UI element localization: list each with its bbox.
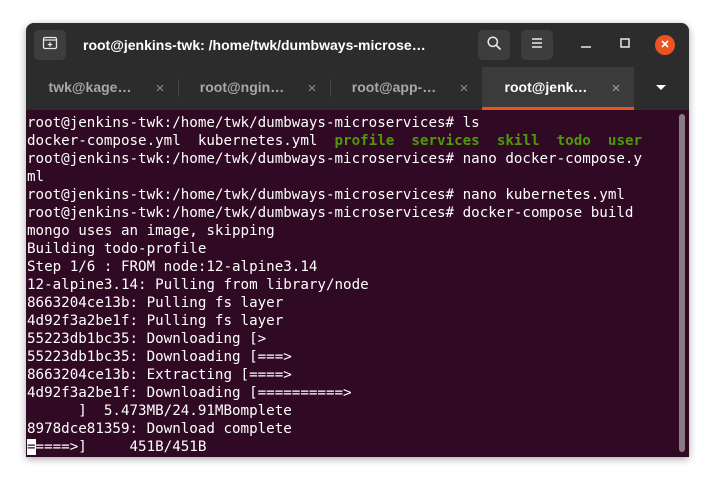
terminal-line: 8978dce81359: Download complete — [27, 421, 292, 437]
search-button[interactable] — [478, 30, 510, 60]
tab-twk-kage[interactable]: twk@kage… — [26, 67, 178, 110]
terminal-line: 8663204ce13b: Pulling fs layer — [27, 295, 284, 311]
close-button[interactable] — [655, 35, 675, 55]
progress-text: ====>] 451B/451B — [35, 439, 207, 455]
search-icon — [486, 35, 502, 56]
maximize-icon — [619, 36, 631, 54]
ls-dir: todo — [556, 133, 591, 149]
tab-close-icon[interactable] — [306, 81, 318, 93]
maximize-button[interactable] — [615, 35, 635, 55]
tab-root-app[interactable]: root@app-… — [330, 67, 482, 110]
terminal-line: Step 1/6 : FROM node:12-alpine3.14 — [27, 259, 318, 275]
window-title: root@jenkins-twk: /home/twk/dumbways-mic… — [83, 37, 426, 53]
terminal-line: root@jenkins-twk:/home/twk/dumbways-micr… — [27, 205, 634, 221]
tab-close-icon[interactable] — [610, 81, 622, 93]
terminal-line: root@jenkins-twk:/home/twk/dumbways-micr… — [27, 115, 480, 131]
new-tab-button[interactable] — [34, 30, 66, 60]
tab-bar: twk@kage… root@ngin… root@app-… root@jen… — [26, 67, 689, 110]
terminal-line: Building todo-profile — [27, 241, 207, 257]
tab-list-dropdown-icon[interactable] — [651, 80, 671, 96]
terminal-line: root@jenkins-twk:/home/twk/dumbways-micr… — [27, 151, 642, 167]
terminal-line: 4d92f3a2be1f: Downloading [==========> — [27, 385, 352, 401]
ls-dir: user — [607, 133, 643, 149]
terminal-line: 4d92f3a2be1f: Pulling fs layer — [27, 313, 284, 329]
minimize-icon — [580, 36, 592, 54]
terminal-line: 55223db1bc35: Downloading [> — [27, 331, 267, 347]
terminal-line: root@jenkins-twk:/home/twk/dumbways-micr… — [27, 187, 625, 203]
ls-dir: skill — [496, 133, 540, 149]
terminal-output[interactable]: root@jenkins-twk:/home/twk/dumbways-micr… — [26, 110, 689, 457]
menu-button[interactable] — [521, 30, 553, 60]
terminal-scrollbar[interactable] — [679, 114, 685, 452]
tab-label: root@jenk… — [504, 79, 588, 95]
tab-label: twk@kage… — [48, 79, 132, 95]
ls-dir: profile — [334, 133, 395, 149]
terminal-line: 12-alpine3.14: Pulling from library/node — [27, 277, 369, 293]
hamburger-menu-icon — [530, 36, 544, 55]
tab-label: root@app-… — [351, 79, 437, 95]
tab-root-jenkins[interactable]: root@jenk… — [482, 67, 634, 110]
terminal-line: ] 5.473MB/24.91MBomplete — [27, 403, 292, 419]
ls-files: docker-compose.yml kubernetes.yml — [27, 133, 335, 149]
terminal-line: 55223db1bc35: Downloading [===> — [27, 349, 292, 365]
close-icon — [660, 36, 670, 54]
ls-dir: services — [411, 133, 480, 149]
terminal-window: root@jenkins-twk: /home/twk/dumbways-mic… — [26, 23, 689, 457]
new-tab-icon — [42, 35, 58, 56]
tab-close-icon[interactable] — [458, 81, 470, 93]
tab-root-nginx[interactable]: root@ngin… — [178, 67, 330, 110]
terminal-line: =====>] 451B/451B — [27, 438, 206, 456]
terminal-cursor: = — [27, 439, 36, 455]
terminal-line: mongo uses an image, skipping — [27, 223, 275, 239]
title-bar: root@jenkins-twk: /home/twk/dumbways-mic… — [26, 23, 689, 67]
minimize-button[interactable] — [576, 35, 596, 55]
terminal-line: ml — [27, 169, 45, 185]
tab-label: root@ngin… — [199, 79, 285, 95]
terminal-line: 8663204ce13b: Extracting [====> — [27, 367, 292, 383]
tab-close-icon[interactable] — [154, 81, 166, 93]
close-circle — [655, 35, 675, 55]
terminal-line: docker-compose.yml kubernetes.yml profil… — [27, 132, 642, 150]
